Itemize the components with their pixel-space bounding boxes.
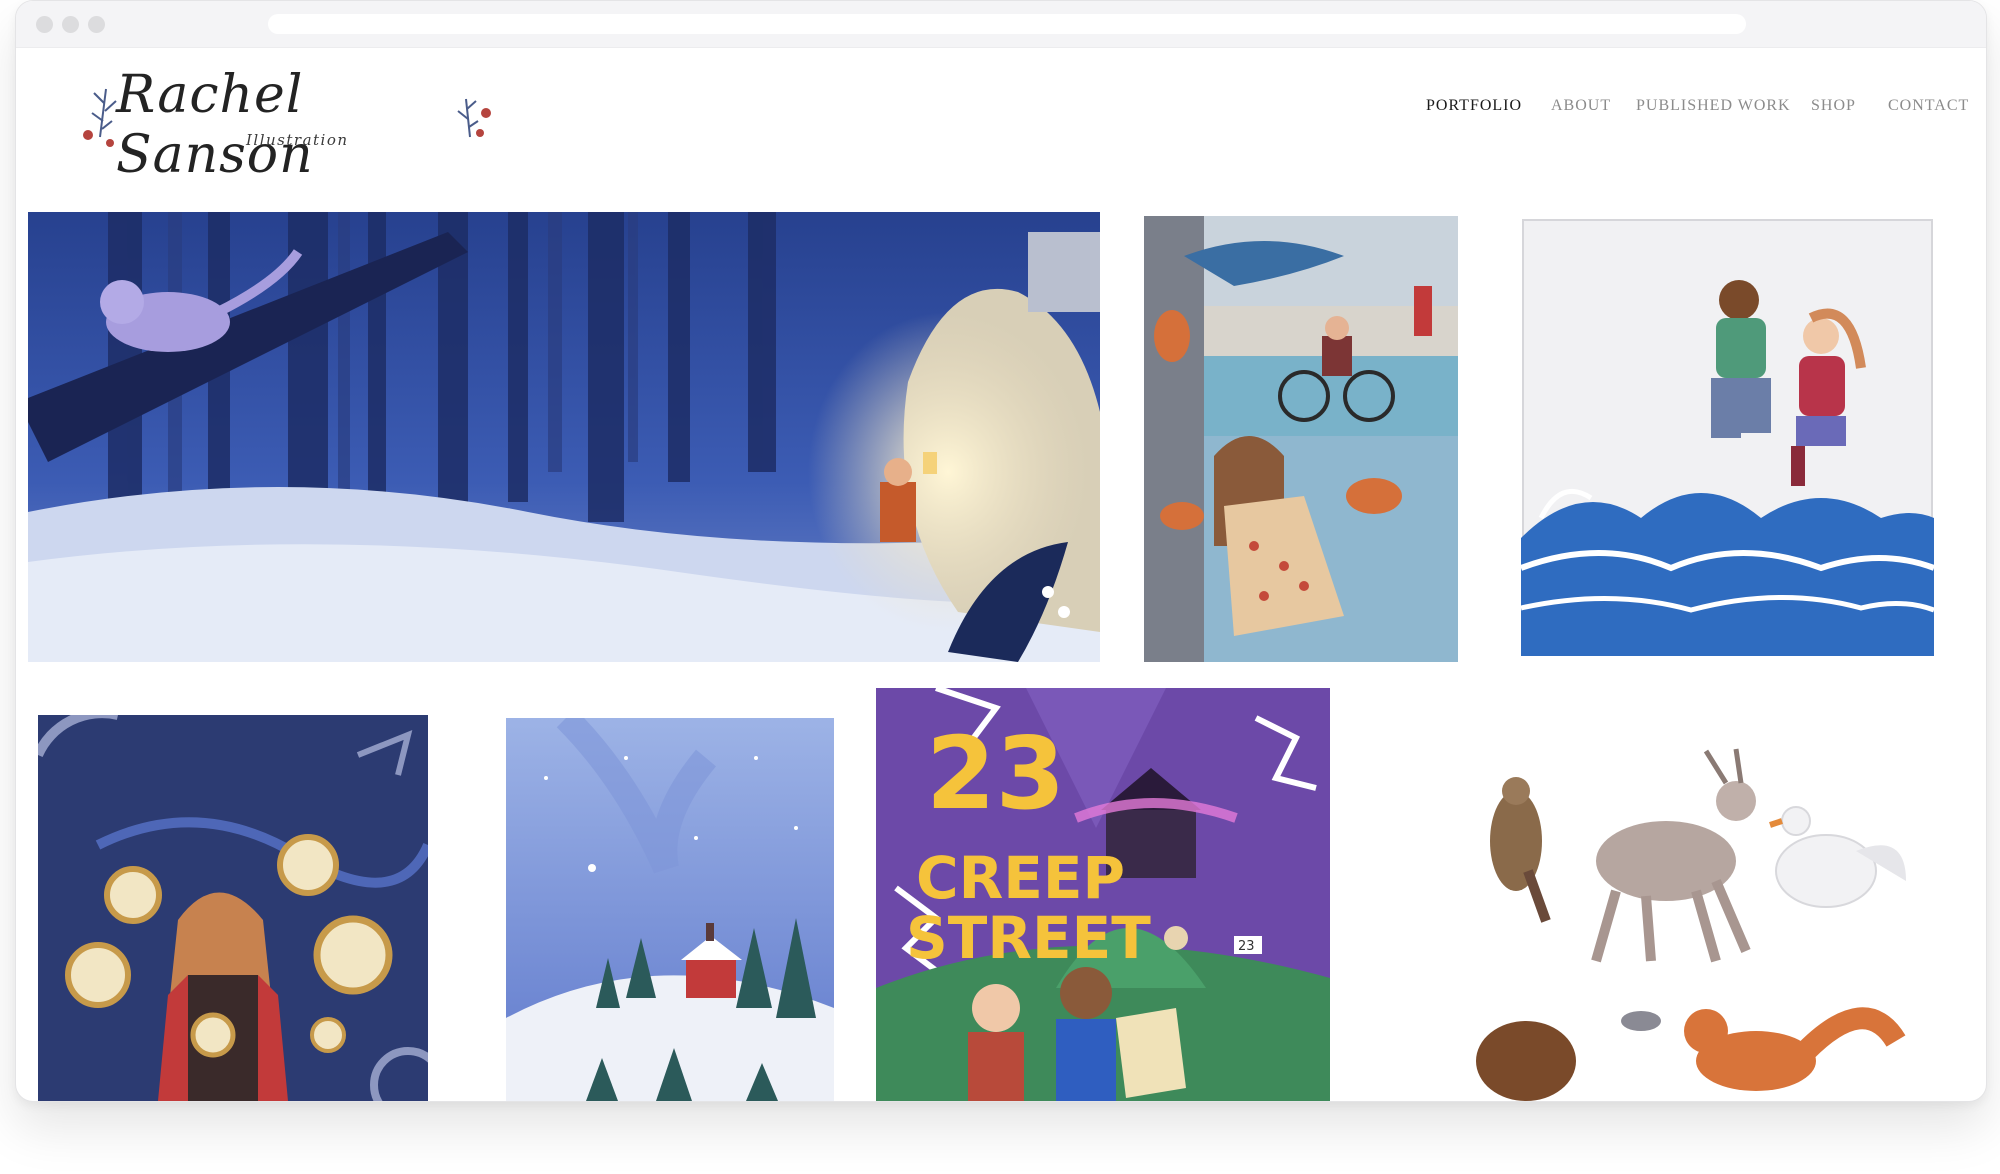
gallery-image-kids-wave[interactable] [1521, 218, 1934, 656]
window-minimize-dot[interactable] [62, 16, 79, 33]
gallery-image-animals[interactable] [1436, 731, 1936, 1101]
gallery-image-23-creep-street[interactable]: 23 CREEP STREET 23 [876, 688, 1330, 1101]
creep-street-line1: CREEP [916, 844, 1125, 912]
gallery-image-girl-squirrels[interactable] [1144, 216, 1458, 662]
gallery-image-forest-leopard[interactable] [28, 212, 1100, 662]
creep-street-sign: 23 [1238, 939, 1255, 954]
nav-contact[interactable]: CONTACT [1888, 97, 1969, 115]
creep-street-line2: STREET [906, 904, 1151, 972]
logo-name: Rachel Sanson [116, 65, 314, 185]
nav-shop[interactable]: SHOP [1811, 97, 1856, 115]
gallery-image-girl-clocks[interactable] [38, 715, 428, 1101]
logo-subtitle: Illustration [246, 131, 349, 149]
window-close-dot[interactable] [36, 16, 53, 33]
nav-about[interactable]: ABOUT [1551, 97, 1611, 115]
creep-street-number: 23 [926, 715, 1065, 832]
browser-window: Rachel Sanson Illustration PORTFOLIO ABO… [15, 0, 1987, 1102]
gallery-image-snowy-house[interactable] [506, 718, 834, 1101]
window-maximize-dot[interactable] [88, 16, 105, 33]
main-navigation: PORTFOLIO ABOUT PUBLISHED WORK SHOP CONT… [16, 97, 1986, 121]
browser-titlebar [16, 1, 1986, 48]
nav-portfolio[interactable]: PORTFOLIO [1426, 97, 1522, 115]
address-bar[interactable] [268, 14, 1746, 34]
nav-published-work[interactable]: PUBLISHED WORK [1636, 97, 1791, 115]
